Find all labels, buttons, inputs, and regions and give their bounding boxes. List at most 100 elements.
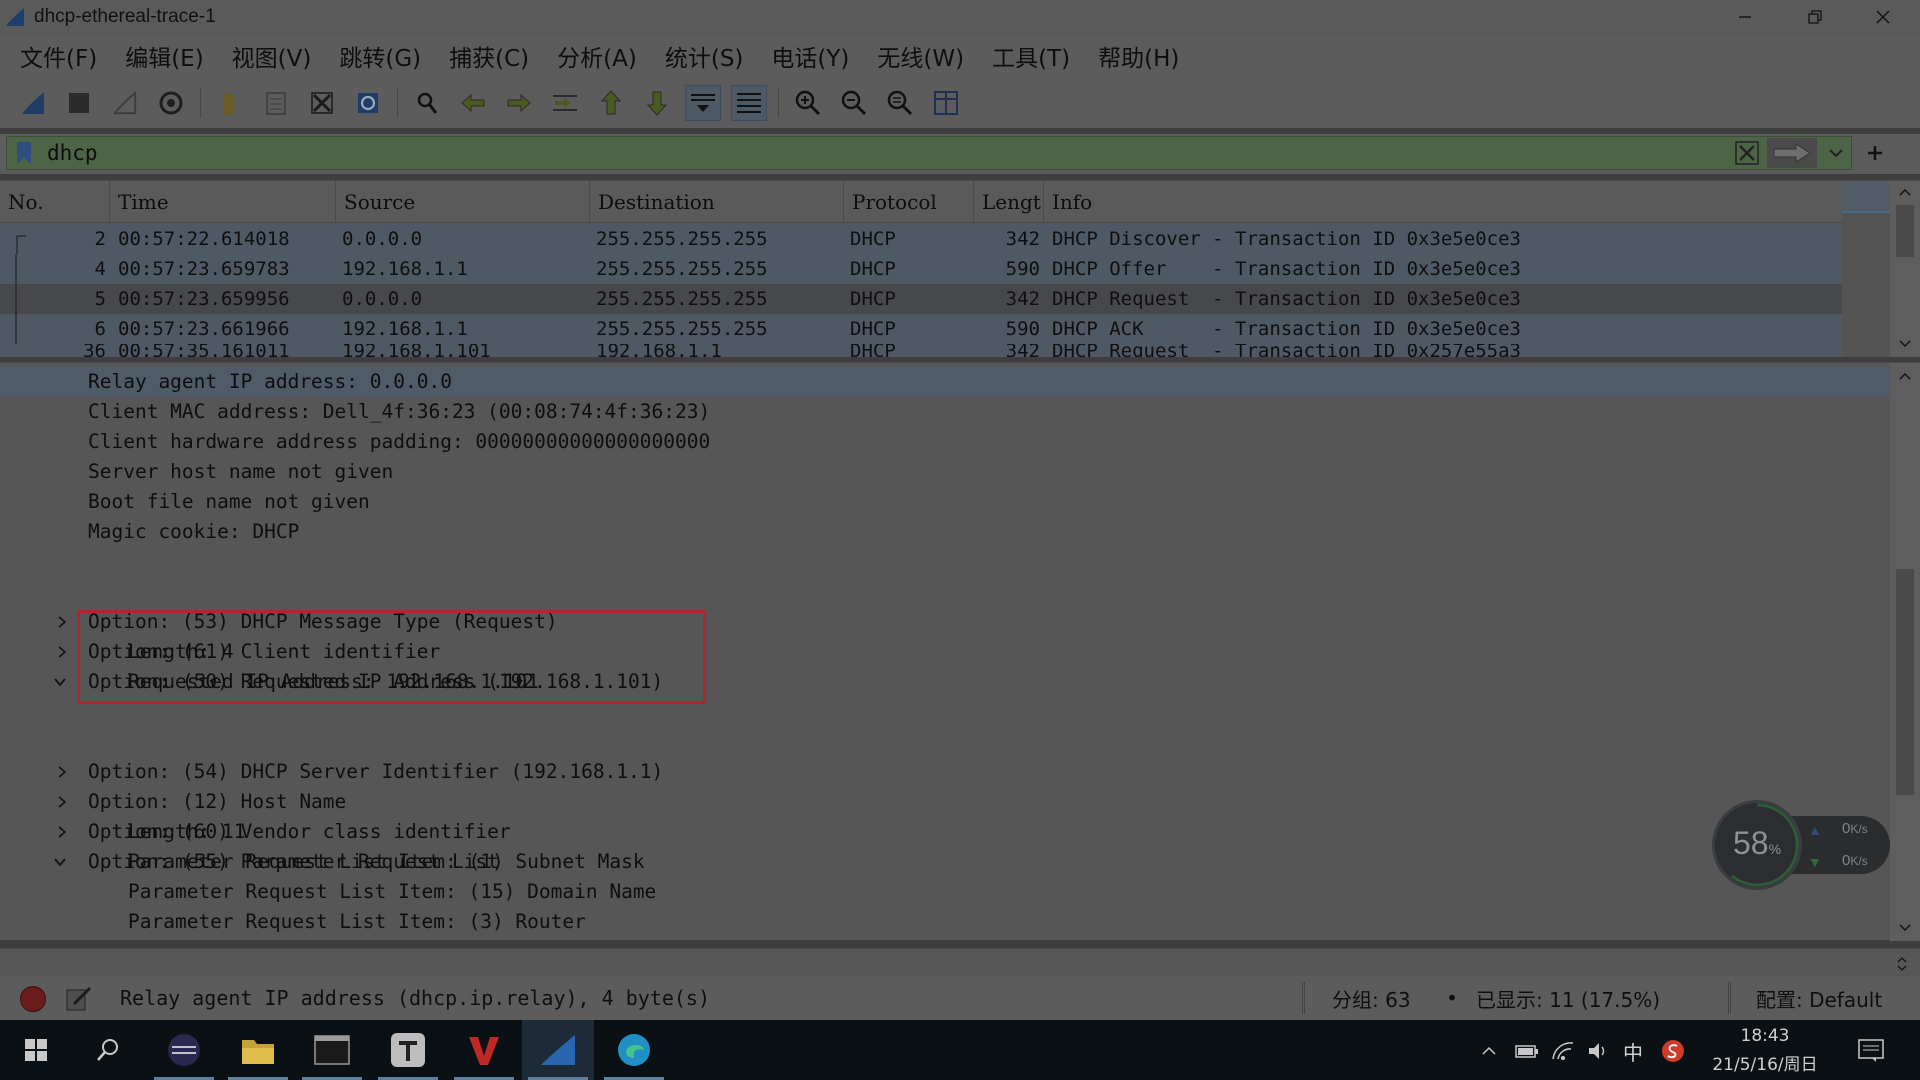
detail-text: Parameter Request List Item: (3) Router [128,910,586,933]
colorize-button[interactable] [731,85,767,121]
save-file-button[interactable] [258,85,294,121]
packet-row[interactable]: 6 00:57:23.661966 192.168.1.1 255.255.25… [0,314,1842,344]
go-back-button[interactable] [455,85,491,121]
close-window-button[interactable] [1848,0,1918,34]
tray-ime-indicator[interactable]: 中 [1620,1038,1646,1065]
go-to-packet-button[interactable] [547,85,583,121]
detail-line[interactable]: Server host name not given [0,457,1890,487]
find-packet-button[interactable] [409,85,445,121]
detail-line[interactable]: Boot file name not given [0,487,1890,517]
add-filter-button[interactable] [1860,138,1890,168]
tray-volume-icon[interactable] [1586,1038,1612,1064]
normal-size-button[interactable] [882,85,918,121]
resize-columns-button[interactable] [928,85,964,121]
stop-capture-button[interactable] [61,85,97,121]
edit-comment-icon[interactable] [64,984,94,1014]
menu-tools[interactable]: 工具(T) [978,39,1084,73]
arrow-left-icon [461,93,485,113]
bytes-hscrollbar[interactable] [0,959,1890,967]
taskbar-app-wireshark[interactable] [522,1020,594,1080]
menu-go[interactable]: 跳转(G) [325,39,435,73]
updown-chevron-icon[interactable] [1896,955,1908,973]
menu-view[interactable]: 视图(V) [218,39,326,73]
taskbar-app-vnote[interactable] [448,1020,520,1080]
packet-row[interactable]: 4 00:57:23.659783 192.168.1.1 255.255.25… [0,254,1842,284]
taskbar-app-typora[interactable] [372,1020,444,1080]
apply-filter-button[interactable] [1767,138,1817,168]
scrollbar-thumb[interactable] [1896,205,1914,257]
detail-option-61[interactable]: Option: (61) Client identifier [0,577,1890,663]
tray-clock[interactable]: 18:43 21/5/16/周日 [1700,1026,1830,1075]
menu-telephony[interactable]: 电话(Y) [757,39,863,73]
taskbar-app-edge[interactable] [598,1020,670,1080]
menu-file[interactable]: 文件(F) [6,39,111,73]
detail-option-12[interactable]: Option: (12) Host Name [0,727,1890,813]
minimize-button[interactable] [1710,0,1780,34]
column-header-length[interactable]: Lengt [974,181,1044,223]
minimize-icon [1739,16,1751,18]
detail-line[interactable]: Parameter Request List Item: (15) Domain… [0,877,1890,907]
detail-line[interactable]: Client MAC address: Dell_4f:36:23 (00:08… [0,397,1890,427]
packet-minimap[interactable] [1842,181,1890,357]
detail-line[interactable]: Parameter Request List Item: (1) Subnet … [0,847,1890,877]
taskbar-app-file-explorer[interactable] [222,1020,294,1080]
details-scrollbar[interactable] [1890,363,1920,941]
column-header-source[interactable]: Source [336,181,590,223]
auto-scroll-button[interactable] [685,85,721,121]
detail-line[interactable]: Magic cookie: DHCP [0,517,1890,547]
scrollbar-thumb[interactable] [1896,569,1914,795]
clear-filter-button[interactable] [1731,138,1763,168]
menu-statistics[interactable]: 统计(S) [651,39,758,73]
display-filter-input[interactable] [47,141,1731,165]
detail-line[interactable]: Parameter Request List Item: (3) Router [0,907,1890,937]
menu-capture[interactable]: 捕获(C) [435,39,543,73]
start-button[interactable] [0,1020,72,1080]
tray-wifi-icon[interactable] [1550,1038,1576,1064]
packet-info: DHCP Offer - Transaction ID 0x3e5e0ce3 [1052,258,1521,280]
zoom-in-button[interactable] [790,85,826,121]
detail-option-60[interactable]: Option: (60) Vendor class identifier [0,757,1890,843]
capture-options-button[interactable] [153,85,189,121]
taskbar-search-button[interactable] [72,1020,144,1080]
go-forward-button[interactable] [501,85,537,121]
first-packet-button[interactable] [593,85,629,121]
status-profile[interactable]: 配置: Default [1756,984,1882,1013]
restore-button[interactable] [1780,0,1850,34]
detail-line-selected[interactable]: Relay agent IP address: 0.0.0.0 [0,367,1890,397]
start-capture-button[interactable] [15,85,51,121]
tray-expand-chevron-icon[interactable] [1476,1038,1502,1064]
close-file-button[interactable] [304,85,340,121]
notification-center-button[interactable] [1858,1038,1884,1064]
detail-option-53[interactable]: Option: (53) DHCP Message Type (Request) [0,547,1890,633]
menu-help[interactable]: 帮助(H) [1084,39,1193,73]
network-monitor-widget[interactable]: 58% ▲ ▼ 0K/s 0K/s [1712,800,1890,890]
column-header-info[interactable]: Info [1044,181,1842,223]
packet-row-partial[interactable]: 36 00:57:35.161011 192.168.1.101 192.168… [0,344,1842,357]
last-packet-button[interactable] [639,85,675,121]
column-header-protocol[interactable]: Protocol [844,181,974,223]
detail-line[interactable]: Length: 11 [0,817,1890,847]
open-file-button[interactable] [212,85,248,121]
packet-row[interactable]: 2 00:57:22.614018 0.0.0.0 255.255.255.25… [0,224,1842,254]
column-header-no[interactable]: No. [0,181,110,223]
column-header-destination[interactable]: Destination [590,181,844,223]
filter-bookmark-button[interactable] [7,137,41,169]
packet-row-selected[interactable]: 5 00:57:23.659956 0.0.0.0 255.255.255.25… [0,284,1842,314]
zoom-out-button[interactable] [836,85,872,121]
zoom-in-icon [795,90,821,116]
detail-line[interactable]: Client hardware address padding: 0000000… [0,427,1890,457]
expert-info-icon[interactable] [20,986,46,1012]
recent-filters-dropdown[interactable] [1821,138,1851,168]
tray-battery-icon[interactable] [1514,1038,1540,1064]
reload-file-button[interactable] [350,85,386,121]
taskbar-app-eclipse[interactable] [148,1020,220,1080]
taskbar-app-terminal[interactable] [296,1020,368,1080]
menu-analyze[interactable]: 分析(A) [543,39,651,73]
menu-wireless[interactable]: 无线(W) [863,39,978,73]
tray-sogou-icon[interactable] [1660,1038,1686,1064]
menu-edit[interactable]: 编辑(E) [111,39,217,73]
packet-list-scrollbar[interactable] [1890,181,1920,357]
restart-capture-button[interactable] [107,85,143,121]
detail-option-55[interactable]: Option: (55) Parameter Request List [0,787,1890,873]
column-header-time[interactable]: Time [110,181,336,223]
